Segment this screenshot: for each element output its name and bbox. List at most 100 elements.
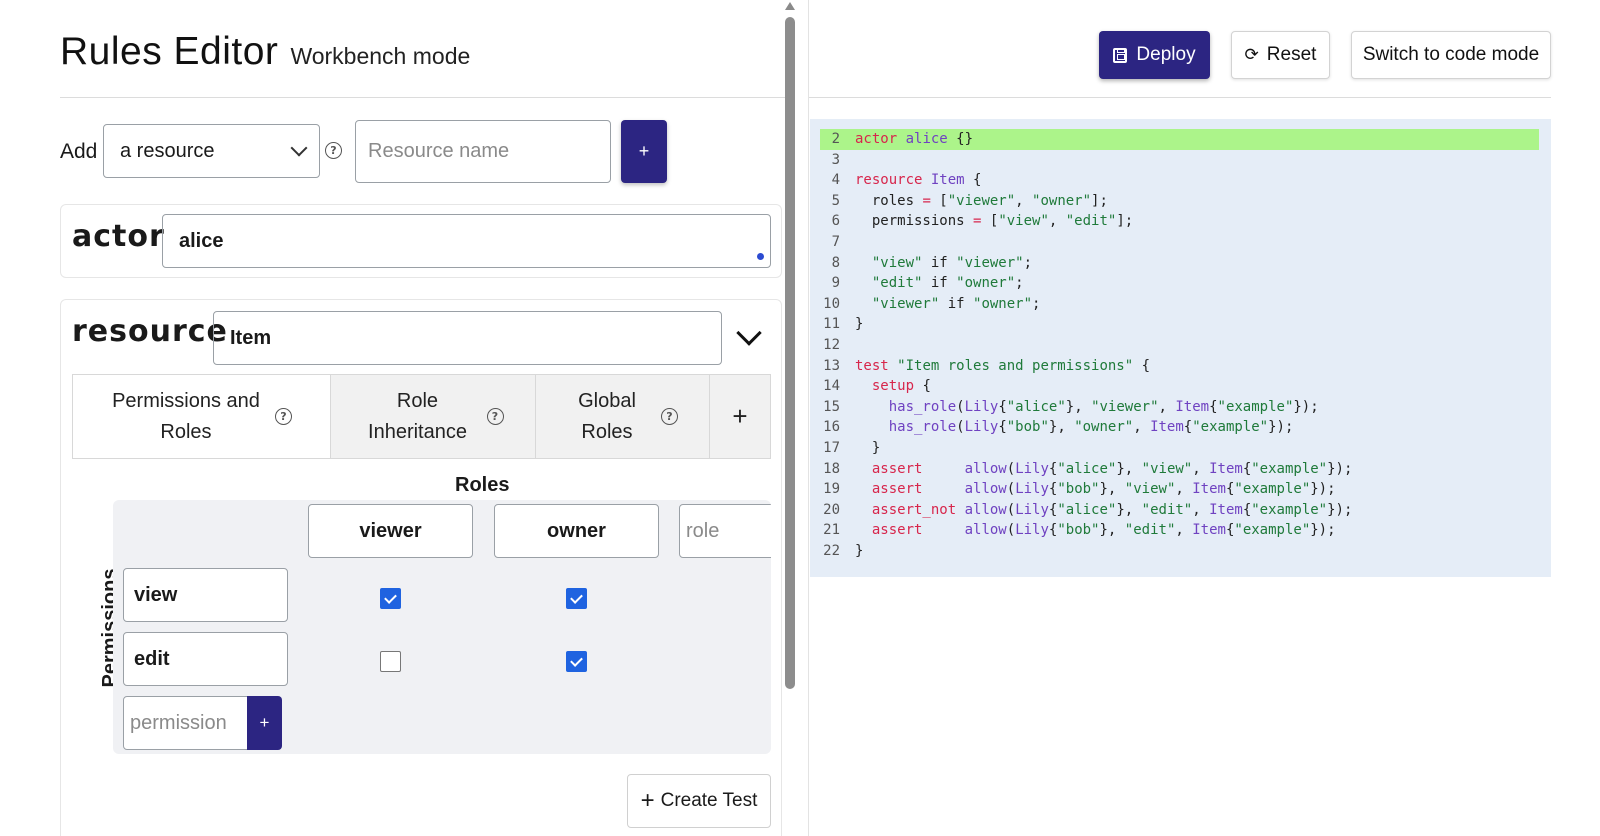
status-dot-icon: [757, 253, 764, 260]
new-permission-input[interactable]: permission: [123, 696, 248, 750]
code-line: 20 assert_not allow(Lily{"alice"}, "edit…: [810, 500, 1551, 521]
tab-permissions-and-roles[interactable]: Permissions and Roles ?: [73, 375, 330, 458]
code-line: 16 has_role(Lily{"bob"}, "owner", Item{"…: [810, 417, 1551, 438]
code-line: 15 has_role(Lily{"alice"}, "viewer", Ite…: [810, 397, 1551, 418]
code-line: 7: [810, 232, 1551, 253]
resource-name-input[interactable]: Resource name: [355, 120, 611, 183]
scroll-up-arrow-icon[interactable]: [785, 2, 795, 10]
line-number: 19: [823, 481, 840, 498]
code-line: 5 roles = ["viewer", "owner"];: [810, 191, 1551, 212]
header-divider: [60, 97, 795, 98]
add-resource-button[interactable]: +: [621, 120, 667, 183]
resource-tabs: Permissions and Roles ? Role Inheritance…: [72, 374, 771, 459]
line-number: 10: [823, 295, 840, 312]
create-test-label: Create Test: [660, 790, 758, 811]
deploy-button[interactable]: Deploy: [1099, 31, 1210, 79]
code-line: 4 resource Item {: [810, 170, 1551, 191]
code-line: 14 setup {: [810, 376, 1551, 397]
switch-to-code-mode-button[interactable]: Switch to code mode: [1351, 31, 1551, 79]
code-text: actor alice {}: [855, 131, 974, 147]
line-number: 22: [823, 542, 840, 559]
code-text: assert allow(Lily{"alice"}, "view", Item…: [871, 460, 1353, 477]
code-line: 9 "edit" if "owner";: [810, 273, 1551, 294]
page-subtitle: Workbench mode: [290, 43, 471, 69]
add-permission-button[interactable]: +: [247, 696, 282, 750]
help-icon[interactable]: ?: [275, 408, 292, 425]
scrollbar[interactable]: [784, 0, 796, 836]
permission-role-matrix: viewer owner role view edit permission +: [113, 500, 771, 754]
code-line: 6 permissions = ["view", "edit"];: [810, 211, 1551, 232]
role-owner[interactable]: owner: [494, 504, 659, 558]
role-viewer[interactable]: viewer: [308, 504, 473, 558]
scrollbar-thumb[interactable]: [785, 17, 795, 689]
roles-heading: Roles: [455, 474, 510, 496]
code-line: 3: [810, 150, 1551, 171]
resource-name-input[interactable]: Item: [213, 311, 722, 365]
create-test-button[interactable]: + Create Test: [627, 774, 771, 828]
resource-keyword: resource: [72, 314, 228, 349]
code-text: roles = ["viewer", "owner"];: [855, 192, 1108, 209]
add-type-select-value: a resource: [120, 139, 215, 162]
help-icon[interactable]: ?: [325, 142, 342, 159]
pane-divider: [808, 0, 809, 836]
workbench-pane: Rules Editor Workbench mode Add a resour…: [0, 0, 800, 836]
add-tab-button[interactable]: +: [709, 375, 770, 458]
reset-label: Reset: [1266, 44, 1317, 65]
actor-name-input[interactable]: alice: [162, 214, 771, 268]
tab-label: Role Inheritance: [368, 389, 467, 443]
add-type-select[interactable]: a resource: [103, 124, 320, 178]
help-icon[interactable]: ?: [486, 408, 504, 425]
code-line: 8 "view" if "viewer";: [810, 253, 1551, 274]
code-text: "viewer" if "owner";: [871, 295, 1041, 312]
code-text: assert allow(Lily{"bob"}, "edit", Item{"…: [871, 522, 1336, 539]
code-line: 2 actor alice {}: [820, 129, 1539, 150]
refresh-icon: ⟳: [1244, 45, 1259, 65]
code-line: 19 assert allow(Lily{"bob"}, "view", Ite…: [810, 479, 1551, 500]
grant-checkbox-edit-viewer[interactable]: [380, 651, 401, 672]
actor-card: actor alice: [60, 204, 782, 278]
tab-role-inheritance[interactable]: Role Inheritance ?: [330, 375, 535, 458]
line-number: 11: [823, 316, 840, 333]
code-text: }: [855, 542, 864, 559]
code-text: }: [855, 316, 864, 333]
code-text: assert_not allow(Lily{"alice"}, "edit", …: [871, 501, 1353, 518]
grant-checkbox-view-owner[interactable]: [566, 588, 587, 609]
chevron-down-icon[interactable]: [736, 320, 762, 346]
code-text: "edit" if "owner";: [871, 275, 1024, 292]
grant-checkbox-view-viewer[interactable]: [380, 588, 401, 609]
tab-global-roles[interactable]: Global Roles ?: [535, 375, 709, 458]
code-line: 11}: [810, 314, 1551, 335]
line-number: 5: [831, 192, 840, 209]
permission-edit[interactable]: edit: [123, 632, 288, 686]
line-number: 17: [823, 439, 840, 456]
code-line: 12: [810, 335, 1551, 356]
line-number: 12: [823, 336, 840, 353]
page-header: Rules Editor Workbench mode: [60, 30, 470, 74]
code-line: 17 }: [810, 438, 1551, 459]
code-line: 18 assert allow(Lily{"alice"}, "view", I…: [810, 459, 1551, 480]
header-divider: [809, 97, 1551, 98]
new-role-input[interactable]: role: [679, 504, 771, 558]
code-text: resource Item {: [855, 172, 982, 189]
page-title: Rules Editor: [60, 30, 279, 73]
line-number: 2: [831, 131, 840, 147]
line-number: 3: [831, 151, 840, 168]
code-text: permissions = ["view", "edit"];: [855, 213, 1134, 230]
help-icon[interactable]: ?: [661, 408, 678, 425]
deploy-label: Deploy: [1136, 44, 1196, 65]
grant-checkbox-edit-owner[interactable]: [566, 651, 587, 672]
actor-keyword: actor: [72, 219, 165, 254]
line-number: 6: [831, 213, 840, 230]
code-text: has_role(Lily{"alice"}, "viewer", Item{"…: [888, 398, 1319, 415]
code-text: assert allow(Lily{"bob"}, "view", Item{"…: [871, 481, 1336, 498]
line-number: 8: [831, 254, 840, 271]
add-label: Add: [60, 140, 98, 163]
code-preview: 2 actor alice {} 3 4 resource Item {5 roles …: [810, 119, 1551, 577]
line-number: 18: [823, 460, 840, 477]
tab-label: Permissions and Roles: [112, 389, 260, 443]
line-number: 15: [823, 398, 840, 415]
line-number: 21: [823, 522, 840, 539]
code-line: 21 assert allow(Lily{"bob"}, "edit", Ite…: [810, 520, 1551, 541]
reset-button[interactable]: ⟳ Reset: [1231, 31, 1330, 79]
permission-view[interactable]: view: [123, 568, 288, 622]
